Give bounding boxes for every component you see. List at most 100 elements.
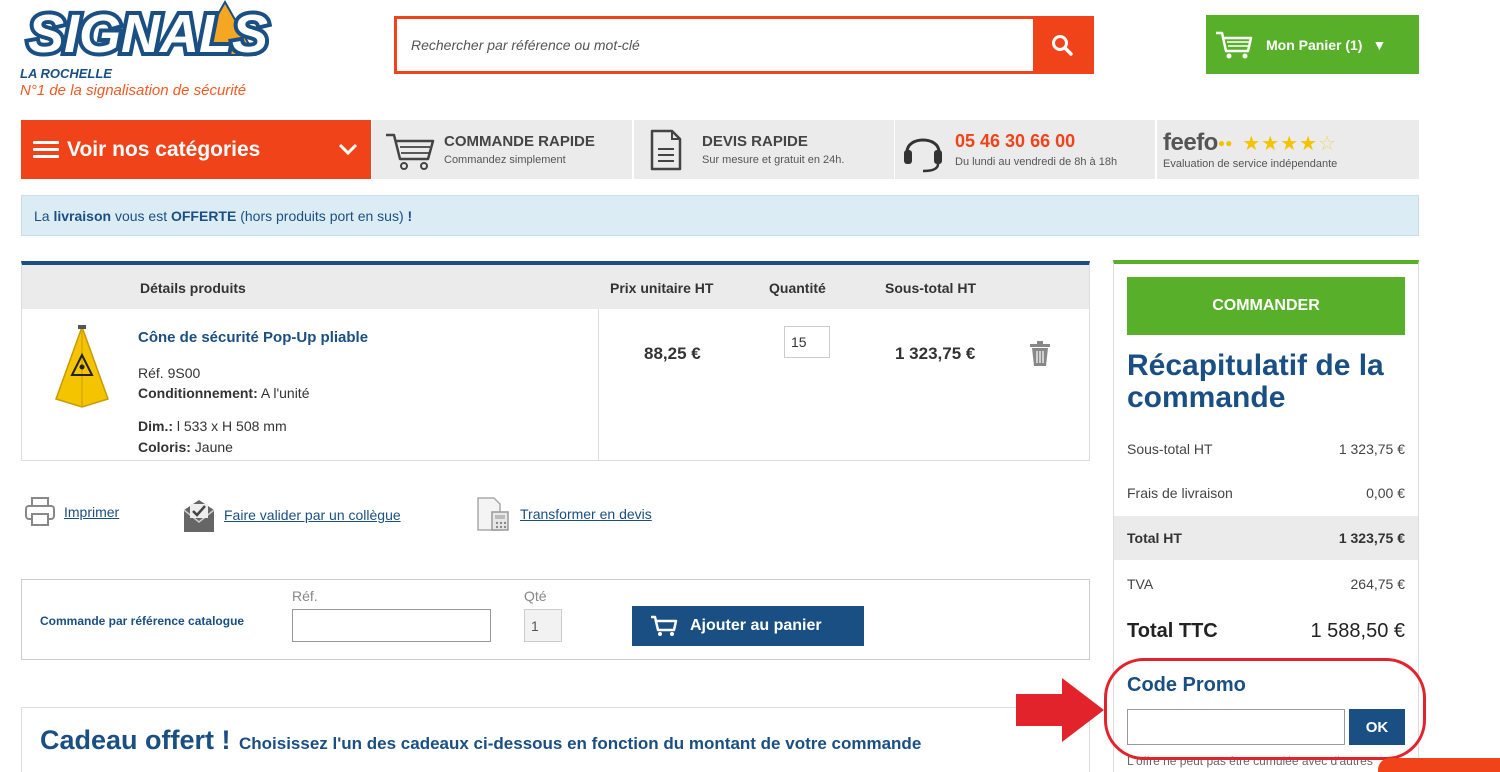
banner-text-exclaim: ! (407, 207, 413, 224)
add-to-cart-label: Ajouter au panier (690, 617, 822, 634)
nav-quick-quote-title: DEVIS RAPIDE (702, 133, 808, 150)
product-image[interactable] (52, 324, 112, 410)
caret-down-icon: ▼ (1372, 36, 1387, 53)
chat-widget-tab[interactable] (1378, 758, 1500, 772)
add-to-cart-button[interactable]: Ajouter au panier (632, 606, 864, 646)
signals-logo[interactable]: SIGNALS LA ROCHELLE N°1 de la signalisat… (20, 0, 285, 105)
product-dimensions: Dim.: l 533 x H 508 mm (138, 418, 287, 434)
summary-value: 264,75 € (1350, 576, 1406, 592)
summary-label: Frais de livraison (1127, 485, 1233, 501)
quote-action[interactable]: Transformer en devis (474, 496, 652, 532)
summary-value: 0,00 € (1366, 485, 1405, 501)
nav-quick-quote[interactable]: DEVIS RAPIDE Sur mesure et gratuit en 24… (634, 120, 894, 179)
summary-label: Total TTC (1127, 619, 1218, 642)
product-ref: Réf. 9S00 (138, 365, 201, 381)
signals-logo-mark: SIGNALS LA ROCHELLE (20, 0, 272, 81)
color-value: Jaune (190, 439, 233, 455)
trash-icon (1030, 341, 1050, 366)
cart-icon (1216, 31, 1253, 58)
printer-icon (25, 497, 55, 526)
nav-phone[interactable]: 05 46 30 66 00 Du lundi au vendredi de 8… (895, 120, 1155, 179)
cart-table: Détails produits Prix unitaire HT Quanti… (21, 261, 1090, 461)
packaging-value: A l'unité (257, 385, 310, 401)
envelope-check-icon (183, 500, 215, 532)
nav-quick-order-title: COMMANDE RAPIDE (444, 133, 595, 150)
print-action[interactable]: Imprimer (24, 496, 119, 528)
dimensions-label: Dim.: (138, 418, 173, 434)
header-subtotal: Sous-total HT (885, 280, 976, 296)
color-label: Coloris: (138, 439, 191, 455)
nav-feefo[interactable]: feefo ●● ★★★★☆ Evaluation de service ind… (1157, 120, 1419, 179)
packaging-label: Conditionnement: (138, 385, 258, 401)
summary-title: Récapitulatif de la commande (1127, 349, 1384, 414)
ref-field-label: Réf. (292, 588, 318, 604)
cart-table-header: Détails produits Prix unitaire HT Quanti… (22, 265, 1089, 309)
remove-item-button[interactable] (1029, 341, 1051, 372)
summary-label: Total HT (1127, 530, 1182, 546)
product-name-link[interactable]: Cône de sécurité Pop-Up pliable (138, 329, 368, 346)
safety-cone-image (55, 324, 109, 408)
headset-icon (904, 138, 942, 172)
cart-label: Mon Panier (1) (1266, 36, 1363, 53)
column-divider (598, 309, 599, 461)
gift-title: Cadeau offert ! (40, 725, 231, 755)
ref-input[interactable] (292, 609, 491, 642)
banner-text-delivery: livraison (53, 207, 112, 224)
logo-tagline: N°1 de la signalisation de sécurité (20, 82, 247, 99)
red-arrow-icon (1016, 678, 1104, 742)
summary-row-total-ht: Total HT 1 323,75 € (1114, 516, 1418, 560)
cart-button[interactable]: Mon Panier (1) ▼ (1206, 15, 1419, 74)
line-subtotal: 1 323,75 € (895, 344, 976, 363)
quick-order-label: Commande par référence catalogue (40, 614, 245, 628)
document-icon (650, 129, 682, 170)
checkout-button[interactable]: COMMANDER (1127, 277, 1405, 335)
feefo-eyes-icon: ●● (1217, 136, 1233, 150)
menu-icon (33, 137, 59, 162)
summary-row-vat: TVA 264,75 € (1114, 562, 1418, 606)
cart-icon (651, 615, 678, 636)
summary-value: 1 323,75 € (1338, 530, 1405, 546)
print-link[interactable]: Imprimer (64, 504, 119, 520)
phone-hours: Du lundi au vendredi de 8h à 18h (955, 156, 1118, 168)
qty-field-label: Qté (524, 588, 547, 604)
gift-section: Cadeau offert ! Choisissez l'un des cade… (21, 707, 1090, 772)
product-color: Coloris: Jaune (138, 439, 233, 455)
logo-brand-text: SIGNALS (28, 4, 268, 64)
banner-text-offered: OFFERTE (170, 207, 237, 224)
summary-label: TVA (1127, 576, 1154, 592)
search-icon (1052, 35, 1073, 56)
feefo-subtitle: Evaluation de service indépendante (1163, 158, 1338, 170)
product-packaging: Conditionnement: A l'unité (138, 385, 309, 401)
unit-price: 88,25 € (644, 344, 701, 363)
quantity-input[interactable] (784, 326, 830, 358)
header-unit-price: Prix unitaire HT (610, 280, 714, 296)
search-input[interactable] (411, 19, 1031, 71)
rating-stars-icon: ★★★★☆ (1242, 132, 1337, 155)
logo-city-text: LA ROCHELLE (20, 66, 112, 81)
banner-text-5: (hors produits port en sus) (236, 207, 408, 224)
search-button[interactable] (1033, 19, 1091, 71)
header-quantity: Quantité (769, 280, 826, 296)
chevron-down-icon (338, 143, 358, 156)
banner-text-1: La (34, 207, 54, 224)
summary-row-shipping: Frais de livraison 0,00 € (1114, 471, 1418, 515)
nav-quick-quote-subtitle: Sur mesure et gratuit en 24h. (702, 154, 845, 166)
validate-action[interactable]: Faire valider par un collègue (182, 496, 401, 534)
nav-quick-order-subtitle: Commandez simplement (444, 154, 566, 166)
summary-label: Sous-total HT (1127, 441, 1213, 457)
phone-number: 05 46 30 66 00 (955, 131, 1076, 151)
shopping-cart-icon (386, 133, 435, 170)
header-details: Détails produits (140, 280, 246, 296)
validate-link[interactable]: Faire valider par un collègue (224, 507, 401, 523)
qty-input[interactable] (524, 609, 562, 642)
delivery-banner: La livraison vous est OFFERTE (hors prod… (21, 195, 1419, 236)
categories-button[interactable]: Voir nos catégories (21, 120, 371, 179)
quote-link[interactable]: Transformer en devis (520, 506, 652, 522)
nav-quick-order[interactable]: COMMANDE RAPIDE Commandez simplement (372, 120, 632, 179)
search-bar (394, 16, 1094, 74)
highlight-ellipse (1104, 658, 1426, 760)
quick-order-form: Commande par référence catalogue Réf. Qt… (21, 579, 1090, 660)
gift-heading: Cadeau offert ! Choisissez l'un des cade… (40, 725, 921, 756)
summary-row-subtotal: Sous-total HT 1 323,75 € (1114, 427, 1418, 471)
feefo-logo: feefo (1163, 129, 1218, 156)
